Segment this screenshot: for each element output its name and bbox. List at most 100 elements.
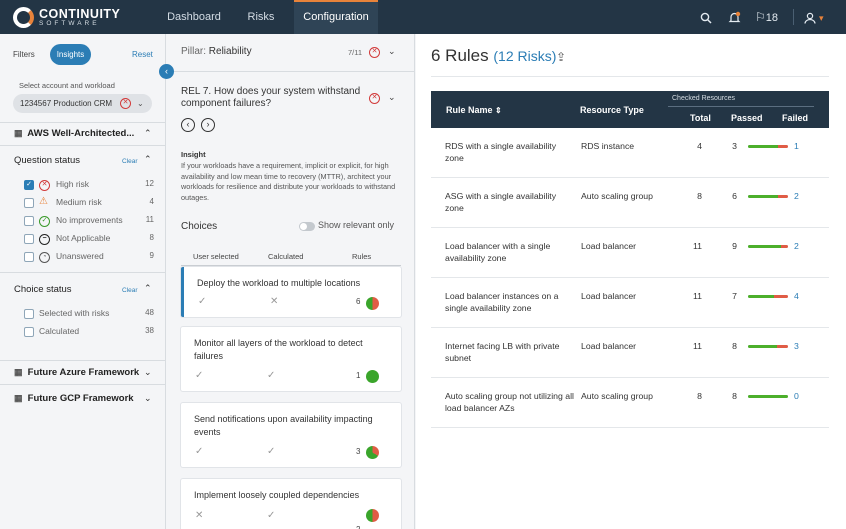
filters-sidebar: Filters Insights Reset Select account an… xyxy=(0,34,166,529)
account-workload-value: 1234567 Production CRM xyxy=(20,99,113,108)
choice-text: Implement loosely coupled dependencies xyxy=(194,490,360,500)
choice-card[interactable]: Monitor all layers of the workload to de… xyxy=(181,327,401,391)
passed-bar-fill xyxy=(748,395,788,398)
chevron-up-icon[interactable]: ⌃ xyxy=(144,154,152,165)
divider xyxy=(668,106,814,107)
chevron-down-icon: ▾ xyxy=(819,13,824,23)
question-panel: Pillar: Reliability 7/11 ✕ ⌄ REL 7. How … xyxy=(166,34,415,529)
tab-configuration[interactable]: Configuration xyxy=(294,0,378,34)
col-rule-name[interactable]: Rule Name ⇕ xyxy=(446,105,502,115)
show-relevant-toggle[interactable] xyxy=(299,222,315,231)
chevron-down-icon[interactable]: ⌄ xyxy=(144,367,152,378)
failed-link[interactable]: 1 xyxy=(794,141,799,153)
failed-link[interactable]: 2 xyxy=(794,191,799,203)
choice-card[interactable]: Implement loosely coupled dependencies ✕… xyxy=(181,479,401,529)
user-selected-mark: ✓ xyxy=(195,446,204,457)
rules-count: 6 xyxy=(356,297,361,306)
rules-pie-icon xyxy=(366,446,379,459)
insights-tab[interactable]: Insights xyxy=(50,44,91,65)
checkbox[interactable] xyxy=(24,216,34,226)
passed-count: 3 xyxy=(732,141,737,151)
divider xyxy=(181,265,401,266)
table-header: Rule Name ⇕ Resource Type Checked Resour… xyxy=(431,91,829,128)
chevron-up-icon[interactable]: ⌃ xyxy=(144,128,152,139)
risks-link[interactable]: 12 Risks xyxy=(498,48,552,64)
table-row[interactable]: RDS with a single availability zone RDS i… xyxy=(431,128,829,178)
checkbox[interactable] xyxy=(24,198,34,208)
pillar-header[interactable]: Pillar: Reliability 7/11 ✕ ⌄ xyxy=(166,34,414,72)
account-select-label: Select account and workload xyxy=(19,81,115,90)
chevron-down-icon[interactable]: ⌄ xyxy=(388,46,396,57)
resource-type: Load balancer xyxy=(581,341,637,351)
filter-count: 9 xyxy=(149,251,154,260)
filter-label: Calculated xyxy=(39,326,80,336)
passed-count: 6 xyxy=(732,191,737,201)
topbar-divider xyxy=(793,9,794,25)
tab-dashboard[interactable]: Dashboard xyxy=(157,0,231,34)
bell-alert-icon[interactable] xyxy=(726,0,742,34)
notifications-count: 18 xyxy=(765,12,779,24)
search-icon[interactable] xyxy=(698,0,714,34)
share-icon[interactable]: ⇪ xyxy=(556,50,566,64)
filter-unanswered[interactable]: ◔ Unanswered 9 xyxy=(24,250,154,264)
flag-notifications[interactable]: ⚐18 xyxy=(755,0,785,34)
table-row[interactable]: Internet facing LB with private subnet Lo… xyxy=(431,328,829,378)
chevron-down-icon[interactable]: ⌄ xyxy=(137,94,144,113)
table-row[interactable]: Auto scaling group not utilizing all loa… xyxy=(431,378,829,428)
filter-no-improvements[interactable]: ✓ No improvements 11 xyxy=(24,214,154,228)
x-circle-icon: ✕ xyxy=(369,93,380,104)
pass-fail-bar xyxy=(748,295,788,298)
checkbox[interactable] xyxy=(24,252,34,262)
choice-status-clear[interactable]: Clear xyxy=(122,287,138,294)
failed-link[interactable]: 0 xyxy=(794,391,799,403)
x-circle-icon: ✕ xyxy=(369,47,380,58)
failed-link[interactable]: 3 xyxy=(794,341,799,353)
filter-count: 12 xyxy=(145,179,154,188)
continuity-logo[interactable]: CONTINUITY SOFTWARE xyxy=(13,7,120,28)
aws-framework-header[interactable]: ▦ AWS Well-Architected... xyxy=(14,128,134,139)
clock-icon: ◔ xyxy=(39,251,50,263)
checkbox[interactable] xyxy=(24,327,34,337)
reset-link[interactable]: Reset xyxy=(132,50,153,59)
filter-not-applicable[interactable]: − Not Applicable 8 xyxy=(24,232,154,246)
show-relevant-label: Show relevant only xyxy=(318,220,395,230)
total-count: 11 xyxy=(692,341,702,351)
choice-card[interactable]: Deploy the workload to multiple location… xyxy=(181,267,401,317)
chevron-down-icon[interactable]: ⌄ xyxy=(144,393,152,404)
filter-label: High risk xyxy=(56,179,90,189)
filter-count: 11 xyxy=(145,215,154,224)
table-row[interactable]: Load balancer instances on a single avai… xyxy=(431,278,829,328)
question-status-clear[interactable]: Clear xyxy=(122,158,138,165)
filters-tab[interactable]: Filters xyxy=(13,50,35,59)
passed-bar-fill xyxy=(748,345,778,348)
filter-medium-risk[interactable]: ⚠ Medium risk 4 xyxy=(24,196,154,210)
clear-account-icon[interactable]: ✕ xyxy=(120,98,131,109)
azure-framework-header[interactable]: ▦ Future Azure Framework xyxy=(14,367,139,378)
previous-question-button[interactable]: ‹ xyxy=(181,118,195,132)
chevron-up-icon[interactable]: ⌃ xyxy=(144,283,152,294)
failed-link[interactable]: 4 xyxy=(794,291,799,303)
rules-title: 6 Rules (12 Risks) xyxy=(431,46,557,65)
checkbox[interactable] xyxy=(24,309,34,319)
choice-card[interactable]: Send notifications upon availability imp… xyxy=(181,403,401,467)
failed-link[interactable]: 2 xyxy=(794,241,799,253)
user-menu[interactable]: ▾ xyxy=(804,0,834,34)
tab-risks[interactable]: Risks xyxy=(234,0,288,34)
gcp-framework-header[interactable]: ▦ Future GCP Framework xyxy=(14,393,134,404)
filter-high-risk[interactable]: ✓ ✕ High risk 12 xyxy=(24,178,154,192)
checkbox[interactable] xyxy=(24,234,34,244)
collapse-sidebar-button[interactable]: ‹ xyxy=(159,64,174,79)
account-workload-select[interactable]: 1234567 Production CRM ✕ ⌄ xyxy=(13,94,152,113)
checkbox-checked[interactable]: ✓ xyxy=(24,180,34,190)
pillar-label: Pillar: xyxy=(181,46,207,57)
next-question-button[interactable]: › xyxy=(201,118,215,132)
table-row[interactable]: ASG with a single availability zone Auto … xyxy=(431,178,829,228)
filter-selected-with-risks[interactable]: Selected with risks 48 xyxy=(24,307,154,321)
filter-count: 48 xyxy=(145,308,154,317)
filter-calculated[interactable]: Calculated 38 xyxy=(24,325,154,339)
chevron-down-icon[interactable]: ⌄ xyxy=(388,92,396,103)
sort-icon[interactable]: ⇕ xyxy=(495,106,502,115)
table-row[interactable]: Load balancer with a single availability… xyxy=(431,228,829,278)
pass-fail-bar xyxy=(748,145,788,148)
azure-framework-label: Future Azure Framework xyxy=(27,367,140,378)
